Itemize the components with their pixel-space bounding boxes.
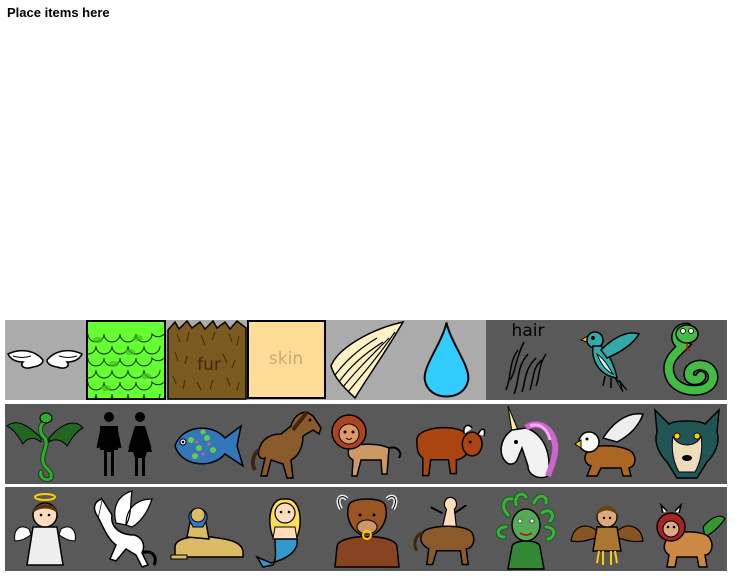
water-drop-icon[interactable]	[407, 320, 486, 400]
skin-icon[interactable]: skin	[247, 320, 327, 400]
skin-label: skin	[269, 349, 303, 369]
hair-icon[interactable]: hair	[486, 320, 566, 400]
bull-icon[interactable]	[407, 404, 486, 484]
items-row-3	[5, 487, 727, 571]
snake-icon[interactable]	[647, 320, 727, 400]
horn-icon[interactable]	[327, 320, 407, 400]
people-icon[interactable]	[86, 404, 166, 484]
dragon-icon[interactable]	[5, 404, 85, 484]
fish-icon[interactable]	[167, 404, 247, 484]
medusa-icon[interactable]	[486, 487, 566, 571]
pegasus-icon[interactable]	[86, 487, 166, 571]
harpy-icon[interactable]	[567, 487, 647, 571]
bird-icon[interactable]	[567, 320, 647, 400]
wolf-icon[interactable]	[647, 404, 727, 484]
fur-label: fur	[197, 355, 221, 375]
sorting-activity: Place items here fur skin hair	[0, 0, 737, 576]
drop-zone[interactable]	[0, 24, 737, 316]
unicorn-icon[interactable]	[486, 404, 566, 484]
mermaid-icon[interactable]	[247, 487, 327, 571]
manticore-icon[interactable]	[647, 487, 727, 571]
wings-icon[interactable]	[5, 320, 85, 400]
sphinx-icon[interactable]	[167, 487, 247, 571]
items-row-2	[5, 404, 727, 484]
centaur-icon[interactable]	[407, 487, 486, 571]
lion-icon[interactable]	[327, 404, 407, 484]
hair-label: hair	[512, 321, 545, 341]
scales-icon[interactable]	[86, 320, 166, 400]
griffin-icon[interactable]	[567, 404, 647, 484]
angel-icon[interactable]	[5, 487, 85, 571]
items-row-1: fur skin hair	[5, 320, 727, 400]
horse-icon[interactable]	[247, 404, 327, 484]
fur-icon[interactable]: fur	[167, 320, 247, 400]
instruction-label: Place items here	[7, 5, 110, 20]
minotaur-icon[interactable]	[327, 487, 407, 571]
